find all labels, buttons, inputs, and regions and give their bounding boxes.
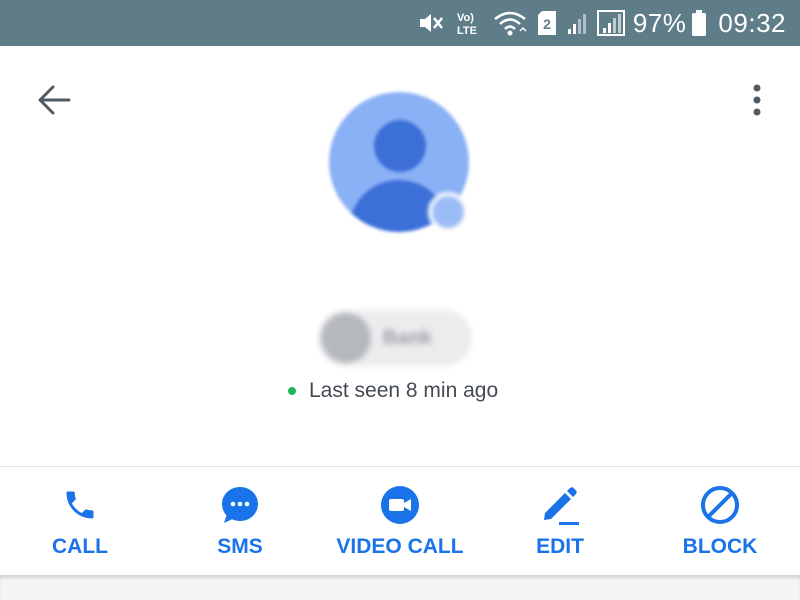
battery-percentage: 97%	[632, 7, 687, 38]
sms-button[interactable]: SMS	[208, 483, 272, 567]
online-dot-icon	[288, 387, 296, 395]
avatar-head	[374, 120, 426, 172]
bottom-panel-edge	[0, 575, 800, 600]
block-button[interactable]: BLOCK	[682, 483, 758, 567]
video-call-label: VIDEO CALL	[336, 535, 464, 558]
account-chip[interactable]: Bank	[318, 310, 472, 366]
signal-icon	[567, 8, 587, 38]
signal-icon	[596, 8, 625, 38]
mute-icon	[417, 8, 445, 38]
block-label: BLOCK	[682, 535, 758, 558]
call-button[interactable]: CALL	[46, 483, 114, 567]
action-bar: CALL SMS VIDEO CALL EDIT BLOCK	[0, 467, 800, 575]
pencil-icon	[539, 483, 581, 527]
battery-icon	[692, 8, 707, 38]
edit-label: EDIT	[536, 535, 584, 558]
more-options-button[interactable]	[740, 80, 774, 124]
sim-slot-number: 2	[543, 16, 551, 32]
volte-icon: Vo) LTE	[455, 8, 483, 38]
presence-status: Last seen 8 min ago	[288, 376, 498, 406]
avatar-badge	[428, 192, 468, 232]
account-label: Bank	[383, 326, 432, 349]
video-camera-icon	[380, 483, 420, 527]
volte-label-top: Vo)	[457, 12, 474, 24]
clock: 09:32	[718, 7, 786, 38]
phone-icon	[62, 483, 98, 527]
last-seen-text: Last seen 8 min ago	[309, 379, 499, 402]
video-call-button[interactable]: VIDEO CALL	[334, 483, 466, 567]
edit-button[interactable]: EDIT	[530, 483, 590, 567]
chat-bubble-icon	[220, 483, 260, 527]
call-label: CALL	[52, 535, 108, 558]
sim-2-icon: 2	[537, 8, 557, 38]
more-vert-icon	[752, 83, 762, 122]
status-bar: Vo) LTE 2 97% 09:32	[0, 0, 800, 46]
volte-label-bottom: LTE	[457, 25, 477, 37]
block-icon	[700, 483, 740, 527]
wifi-icon	[493, 8, 527, 38]
back-button[interactable]	[30, 80, 78, 124]
sms-label: SMS	[217, 535, 263, 558]
account-avatar	[321, 313, 371, 363]
arrow-left-icon	[37, 85, 71, 120]
